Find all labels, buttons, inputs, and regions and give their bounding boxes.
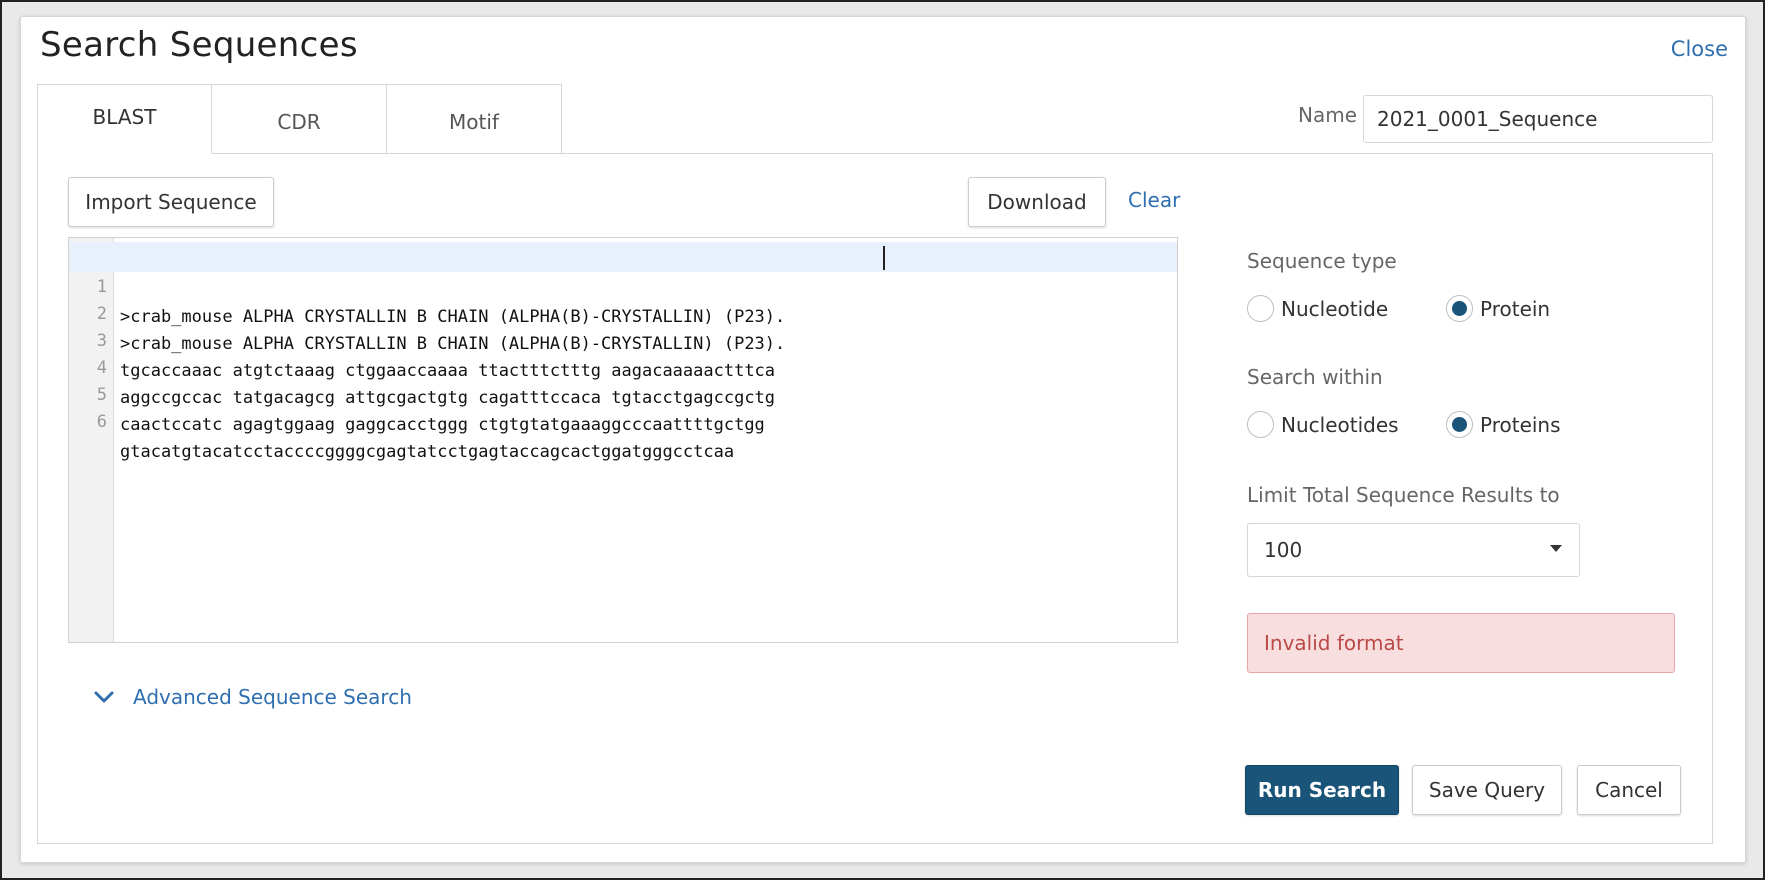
import-sequence-button[interactable]: Import Sequence bbox=[68, 177, 274, 227]
limit-results-value: 100 bbox=[1264, 538, 1303, 562]
caret-down-icon bbox=[1550, 545, 1562, 552]
sequence-type-label: Sequence type bbox=[1247, 249, 1397, 273]
radio-protein-label: Protein bbox=[1480, 296, 1551, 321]
editor-line[interactable]: 4 aggccgccac tatgacagcg attgcgactgtg cag… bbox=[69, 323, 1177, 408]
name-input[interactable] bbox=[1363, 95, 1713, 143]
editor-line[interactable]: 6 gtacatgtacatcctaccccggggcgagtatcctgagt… bbox=[69, 377, 1177, 462]
error-alert: Invalid format bbox=[1247, 613, 1675, 673]
line-text: gtacatgtacatcctaccccggggcgagtatcctgagtac… bbox=[120, 442, 735, 462]
name-label: Name bbox=[1298, 103, 1358, 127]
editor-line[interactable]: 1 >crab_mouse ALPHA CRYSTALLIN B CHAIN (… bbox=[69, 242, 1177, 327]
search-within-label: Search within bbox=[1247, 365, 1383, 389]
radio-nucleotides-indicator bbox=[1247, 411, 1274, 438]
dialog-title: Search Sequences bbox=[40, 25, 358, 65]
radio-nucleotides-label: Nucleotides bbox=[1281, 412, 1399, 437]
radio-nucleotides[interactable]: Nucleotides bbox=[1247, 411, 1446, 438]
clear-link[interactable]: Clear bbox=[1128, 188, 1180, 212]
radio-proteins[interactable]: Proteins bbox=[1446, 411, 1561, 438]
chevron-down-icon bbox=[94, 691, 114, 703]
search-sequences-dialog: Search Sequences Close BLAST CDR Motif N… bbox=[20, 16, 1746, 863]
tab-cdr[interactable]: CDR bbox=[212, 84, 387, 154]
radio-proteins-indicator bbox=[1446, 411, 1473, 438]
radio-protein[interactable]: Protein bbox=[1446, 295, 1550, 322]
tab-blast[interactable]: BLAST bbox=[37, 84, 212, 154]
cancel-button[interactable]: Cancel bbox=[1577, 765, 1681, 815]
run-search-button[interactable]: Run Search bbox=[1245, 765, 1399, 815]
radio-proteins-label: Proteins bbox=[1480, 412, 1561, 437]
radio-nucleotide-indicator bbox=[1247, 295, 1274, 322]
save-query-button[interactable]: Save Query bbox=[1412, 765, 1562, 815]
advanced-search-label: Advanced Sequence Search bbox=[133, 685, 412, 709]
editor-line[interactable]: 3 tgcaccaaac atgtctaaag ctggaaccaaaa tta… bbox=[69, 296, 1177, 381]
limit-results-select[interactable]: 100 bbox=[1247, 523, 1580, 577]
close-link[interactable]: Close bbox=[1671, 37, 1728, 61]
search-tabs: BLAST CDR Motif bbox=[37, 84, 562, 154]
line-text: caactccatc agagtggaag gaggcacctggg ctgtg… bbox=[120, 415, 765, 435]
radio-protein-indicator bbox=[1446, 295, 1473, 322]
search-within-options: Nucleotides Proteins bbox=[1247, 411, 1561, 438]
line-number: 6 bbox=[96, 412, 107, 432]
editor-line[interactable]: 2 >crab_mouse ALPHA CRYSTALLIN B CHAIN (… bbox=[69, 269, 1177, 354]
sequence-type-options: Nucleotide Protein bbox=[1247, 295, 1550, 322]
tab-motif[interactable]: Motif bbox=[387, 84, 562, 154]
download-button[interactable]: Download bbox=[968, 177, 1106, 227]
limit-results-label: Limit Total Sequence Results to bbox=[1247, 483, 1560, 507]
sequence-editor[interactable]: 1 >crab_mouse ALPHA CRYSTALLIN B CHAIN (… bbox=[68, 237, 1178, 643]
radio-nucleotide[interactable]: Nucleotide bbox=[1247, 295, 1446, 322]
radio-nucleotide-label: Nucleotide bbox=[1281, 296, 1389, 321]
text-cursor bbox=[883, 246, 885, 270]
advanced-search-toggle[interactable]: Advanced Sequence Search bbox=[93, 685, 412, 709]
editor-line[interactable]: 5 caactccatc agagtggaag gaggcacctggg ctg… bbox=[69, 350, 1177, 435]
